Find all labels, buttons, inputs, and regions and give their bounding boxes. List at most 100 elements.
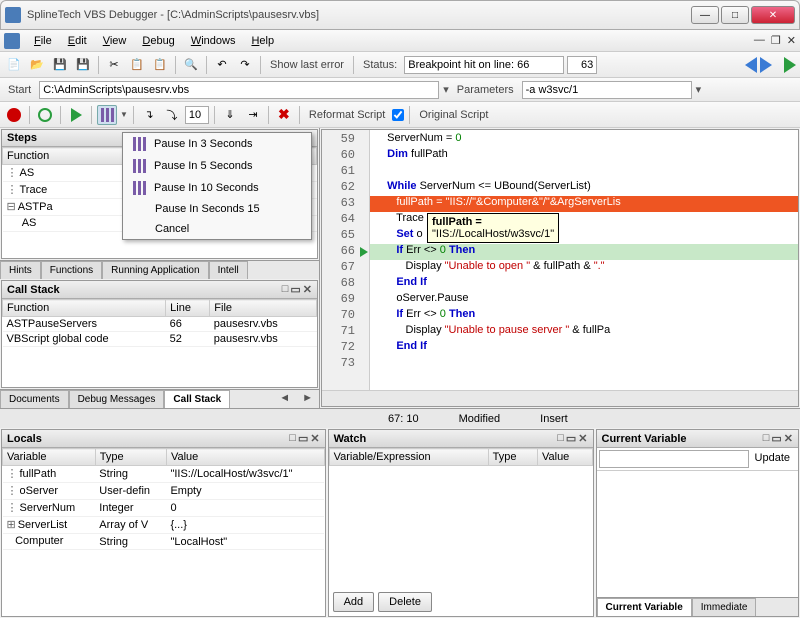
save-button[interactable]: 💾	[50, 55, 70, 75]
pause-10s-item[interactable]: Pause In 10 Seconds	[123, 177, 311, 199]
app-icon-small	[4, 33, 20, 49]
pause-dropdown-arrow[interactable]: ▼	[120, 110, 128, 119]
nav-next-button[interactable]	[760, 57, 772, 73]
maximize-button[interactable]: □	[721, 6, 749, 24]
menu-debug[interactable]: Debug	[134, 33, 182, 49]
step-count-field[interactable]	[185, 106, 209, 124]
locals-panel-header: Locals □▭✕	[2, 430, 325, 448]
watch-table[interactable]: Variable/ExpressionTypeValue	[329, 448, 593, 466]
script-path-field[interactable]	[39, 81, 439, 99]
modified-indicator: Modified	[459, 413, 501, 425]
menu-edit[interactable]: Edit	[60, 33, 95, 49]
panel-pin-icon[interactable]: □	[557, 432, 564, 445]
panel-pin-icon[interactable]: □	[289, 432, 296, 445]
breakpoint-button[interactable]	[35, 105, 55, 125]
show-last-error-label[interactable]: Show last error	[266, 59, 348, 71]
tab-documents[interactable]: Documents	[0, 390, 69, 408]
code-editor[interactable]: 596061 626364 656667 686970 717273 Serve…	[321, 129, 799, 407]
pause-button[interactable]	[97, 105, 117, 125]
tab-hints[interactable]: Hints	[0, 261, 41, 279]
panel-pin-icon[interactable]: □	[282, 283, 289, 296]
undo-button[interactable]: ↶	[212, 55, 232, 75]
menu-windows[interactable]: Windows	[183, 33, 244, 49]
panel-close-icon[interactable]: ✕	[784, 432, 793, 445]
mdi-minimize-button[interactable]: —	[754, 34, 765, 47]
nav-prev-button[interactable]	[745, 57, 757, 73]
watch-panel-header: Watch □▭✕	[329, 430, 593, 448]
callstack-table[interactable]: FunctionLineFile ASTPauseServers66pauses…	[2, 299, 317, 347]
step-into-button[interactable]: ↴	[139, 105, 159, 125]
window-title: SplineTech VBS Debugger - [C:\AdminScrip…	[27, 9, 691, 21]
table-row: ⋮fullPathString"IIS://LocalHost/w3svc/1"	[3, 466, 325, 483]
open-button[interactable]: 📂	[27, 55, 47, 75]
pause-custom-item[interactable]: Pause In Seconds 15	[123, 199, 311, 219]
table-row: VBScript global code52pausesrv.vbs	[3, 332, 317, 347]
tab-intell[interactable]: Intell	[209, 261, 248, 279]
locals-table[interactable]: VariableTypeValue ⋮fullPathString"IIS://…	[2, 448, 325, 550]
variable-tooltip: fullPath ="IIS://LocalHost/w3svc/1"	[427, 213, 559, 243]
play-button[interactable]	[66, 105, 86, 125]
panel-close-icon[interactable]: ✕	[578, 432, 587, 445]
app-icon	[5, 7, 21, 23]
new-button[interactable]: 📄	[4, 55, 24, 75]
menubar: File Edit View Debug Windows Help — ❐ ✕	[0, 30, 800, 52]
editor-hscrollbar[interactable]	[322, 390, 798, 406]
find-button[interactable]: 🔍	[181, 55, 201, 75]
tab-running-app[interactable]: Running Application	[102, 261, 208, 279]
window-titlebar: SplineTech VBS Debugger - [C:\AdminScrip…	[0, 0, 800, 30]
tab-current-variable[interactable]: Current Variable	[597, 598, 692, 616]
close-button[interactable]: ✕	[751, 6, 795, 24]
step-out-button[interactable]: ⇓	[220, 105, 240, 125]
panel-pin-icon[interactable]: □	[763, 432, 770, 445]
editor-statusbar: 67: 10 Modified Insert	[0, 408, 800, 428]
params-label: Parameters	[453, 84, 518, 96]
panel-close-icon[interactable]: ✕	[303, 283, 312, 296]
panel-max-icon[interactable]: ▭	[566, 432, 576, 445]
saveall-button[interactable]: 💾	[73, 55, 93, 75]
copy-button[interactable]: 📋	[127, 55, 147, 75]
run-to-cursor-button[interactable]: ⇥	[243, 105, 263, 125]
callstack-panel-header: Call Stack □▭✕	[2, 281, 317, 299]
panel-max-icon[interactable]: ▭	[298, 432, 308, 445]
insert-mode: Insert	[540, 413, 568, 425]
mdi-close-button[interactable]: ✕	[787, 34, 796, 47]
original-script-label[interactable]: Original Script	[415, 109, 492, 121]
pause-cancel-item[interactable]: Cancel	[123, 219, 311, 239]
reformat-checkbox[interactable]	[392, 109, 404, 121]
mdi-restore-button[interactable]: ❐	[771, 34, 781, 47]
paste-button[interactable]: 📋	[150, 55, 170, 75]
tab-immediate[interactable]: Immediate	[692, 598, 757, 616]
params-field[interactable]	[522, 81, 692, 99]
redo-button[interactable]: ↷	[235, 55, 255, 75]
tab-debug-messages[interactable]: Debug Messages	[69, 390, 165, 408]
watch-add-button[interactable]: Add	[333, 592, 375, 612]
pause-5s-item[interactable]: Pause In 5 Seconds	[123, 155, 311, 177]
run-button[interactable]	[784, 57, 796, 73]
stop-button[interactable]: ✖	[274, 105, 294, 125]
menu-view[interactable]: View	[95, 33, 135, 49]
main-toolbar: 📄 📂 💾 💾 ✂ 📋 📋 🔍 ↶ ↷ Show last error Stat…	[0, 52, 800, 78]
table-row: ⋮oServerUser-definEmpty	[3, 483, 325, 500]
reformat-label: Reformat Script	[305, 109, 389, 121]
cut-button[interactable]: ✂	[104, 55, 124, 75]
panel-close-icon[interactable]: ✕	[310, 432, 319, 445]
update-button[interactable]: Update	[749, 450, 796, 468]
status-field[interactable]	[404, 56, 564, 74]
status-num-field[interactable]	[567, 56, 597, 74]
currentvar-input[interactable]	[599, 450, 749, 468]
debug-toolbar: ▼ ↴ ⤵ ⇓ ⇥ ✖ Reformat Script Original Scr…	[0, 102, 800, 128]
menu-file[interactable]: File	[26, 33, 60, 49]
watch-delete-button[interactable]: Delete	[378, 592, 432, 612]
tab-functions[interactable]: Functions	[41, 261, 102, 279]
step-over-button[interactable]: ⤵	[162, 105, 182, 125]
tab-scroll-right[interactable]: ►	[296, 390, 319, 408]
panel-max-icon[interactable]: ▭	[771, 432, 781, 445]
panel-max-icon[interactable]: ▭	[290, 283, 300, 296]
pause-3s-item[interactable]: Pause In 3 Seconds	[123, 133, 311, 155]
tab-call-stack[interactable]: Call Stack	[164, 390, 230, 408]
menu-help[interactable]: Help	[243, 33, 282, 49]
record-button[interactable]	[4, 105, 24, 125]
tab-scroll-left[interactable]: ◄	[273, 390, 296, 408]
minimize-button[interactable]: —	[691, 6, 719, 24]
editor-gutter[interactable]: 596061 626364 656667 686970 717273	[322, 130, 370, 406]
